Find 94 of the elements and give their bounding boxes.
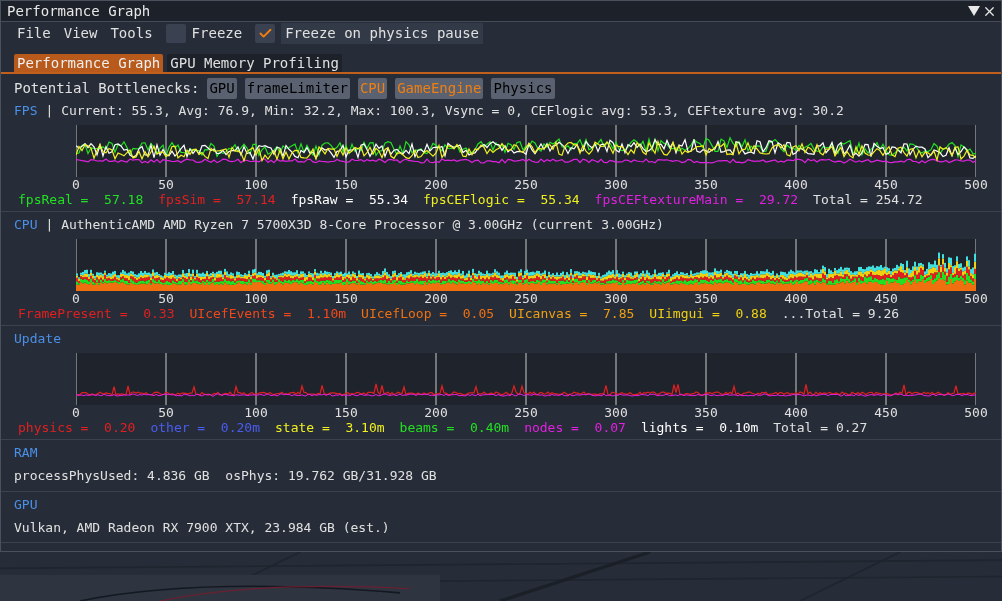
bottleneck-item: CPU [359,80,386,96]
axis-label: 100 [244,177,268,192]
axis-label: 300 [604,177,628,192]
legend-value: 3.10m [345,420,385,436]
legend-label: physics = [18,420,89,436]
axis-label: 300 [604,291,628,306]
legend-value: 55.34 [368,192,409,208]
legend-value: 7.85 [603,306,635,322]
legend-label: other = [150,420,206,436]
menu-item[interactable]: View [63,22,98,44]
collapse-triangle-icon[interactable] [968,6,980,16]
axis-label: 400 [784,177,808,192]
axis-label: 350 [694,291,718,306]
legend-value: 0.40m [470,420,510,436]
axis-label: 350 [694,405,718,420]
section-info: | Current: 55.3, Avg: 76.9, Min: 32.2, Max: 100.3, Vsync = 0, CEFlogic avg: 53.3, CEFtexture avg: 30.2 [45,102,844,121]
bottleneck-item: frameLimiter [246,80,348,96]
axis-label: 250 [514,405,538,420]
axis-label: 400 [784,291,808,306]
legend-value: 0.33 [143,306,175,322]
axis-label: 0 [72,291,80,306]
axis-label: 0 [72,177,80,192]
axis-label: 500 [964,291,988,306]
legend-label: fpsRaw = [290,192,354,208]
axis-label: 200 [424,405,448,420]
section-title: GPU [14,495,38,514]
legend-value: 0.07 [594,420,626,436]
axis-label: 50 [158,291,174,306]
info-text: processPhysUsed: 4.836 GB osPhys: 19.762 GB/31.928 GB [13,467,438,485]
legend-value: 0.20 [104,420,136,436]
legend-value: 57.14 [236,192,276,208]
axis-label: 200 [424,291,448,306]
legend-value: 29.72 [758,192,799,208]
legend-label: fpsReal = [18,192,89,208]
section-title: Update [14,330,61,349]
legend-value: 57.18 [104,192,144,208]
legend-label: UIcefLoop = [361,306,448,322]
info-text: Vulkan, AMD Radeon RX 7900 XTX, 23.984 GB (est.) [13,518,391,537]
legend-value: 1.10m [306,306,347,322]
axis-label: 150 [334,177,358,192]
bottleneck-item: GameEngine [397,80,482,96]
legend-label: fpsSim = [158,192,221,208]
legend-label: lights = [640,420,704,436]
checkbox-label: Freeze on physics pause [281,22,484,44]
menu-item[interactable]: Tools [110,22,153,44]
legend-label: fpsCEFtextureMain = [594,192,744,208]
axis-label: 300 [604,405,628,420]
legend-label: FramePresent = [18,306,128,322]
axis-label: 400 [784,405,808,420]
checkbox[interactable] [255,23,276,43]
legend-total: Total = 0.27 [773,420,868,436]
section-title: FPS [14,102,38,121]
legend-label: nodes = [524,420,579,436]
checkbox[interactable] [165,23,186,43]
tab[interactable]: GPU Memory Profiling [167,54,342,72]
legend-label: beams = [399,420,455,436]
legend-label: UIcanvas = [509,306,588,322]
axis-label: 100 [244,405,268,420]
axis-label: 250 [514,291,538,306]
section-title: RAM [14,444,38,463]
legend-label: UIcefEvents = [189,306,292,322]
axis-label: 150 [334,291,358,306]
axis-label: 350 [694,177,718,192]
bottlenecks-label: Potential Bottlenecks: [14,79,200,98]
legend-label: UIimgui = [649,306,720,322]
axis-label: 500 [964,177,988,192]
section-title: CPU [14,216,38,235]
legend-value: 0.05 [462,306,495,322]
legend-value: 0.20m [220,420,260,436]
legend-value: 0.88 [735,306,767,322]
axis-label: 200 [424,177,448,192]
legend-value: 0.10m [719,420,759,436]
bottleneck-item: GPU [209,80,235,96]
section-info: | AuthenticAMD AMD Ryzen 7 5700X3D 8-Core Processor @ 3.00GHz (current 3.00GHz) [45,216,664,235]
checkbox-label: Freeze [191,23,243,43]
axis-label: 0 [72,405,80,420]
axis-label: 50 [158,405,174,420]
axis-label: 100 [244,291,268,306]
window-title: Performance Graph [7,1,151,21]
axis-label: 450 [874,405,898,420]
tab[interactable]: Performance Graph [14,54,164,72]
legend-value: 55.34 [540,192,580,208]
menu-item[interactable]: File [17,22,51,44]
bottleneck-item: Physics [493,80,553,96]
axis-label: 500 [964,405,988,420]
axis-label: 50 [158,177,174,192]
axis-label: 250 [514,177,538,192]
axis-label: 450 [874,291,898,306]
axis-label: 450 [874,177,898,192]
legend-total: ...Total = 9.26 [781,306,900,322]
legend-label: fpsCEFlogic = [423,192,525,208]
legend-total: Total = 254.72 [813,192,923,208]
legend-label: state = [275,420,330,436]
axis-label: 150 [334,405,358,420]
